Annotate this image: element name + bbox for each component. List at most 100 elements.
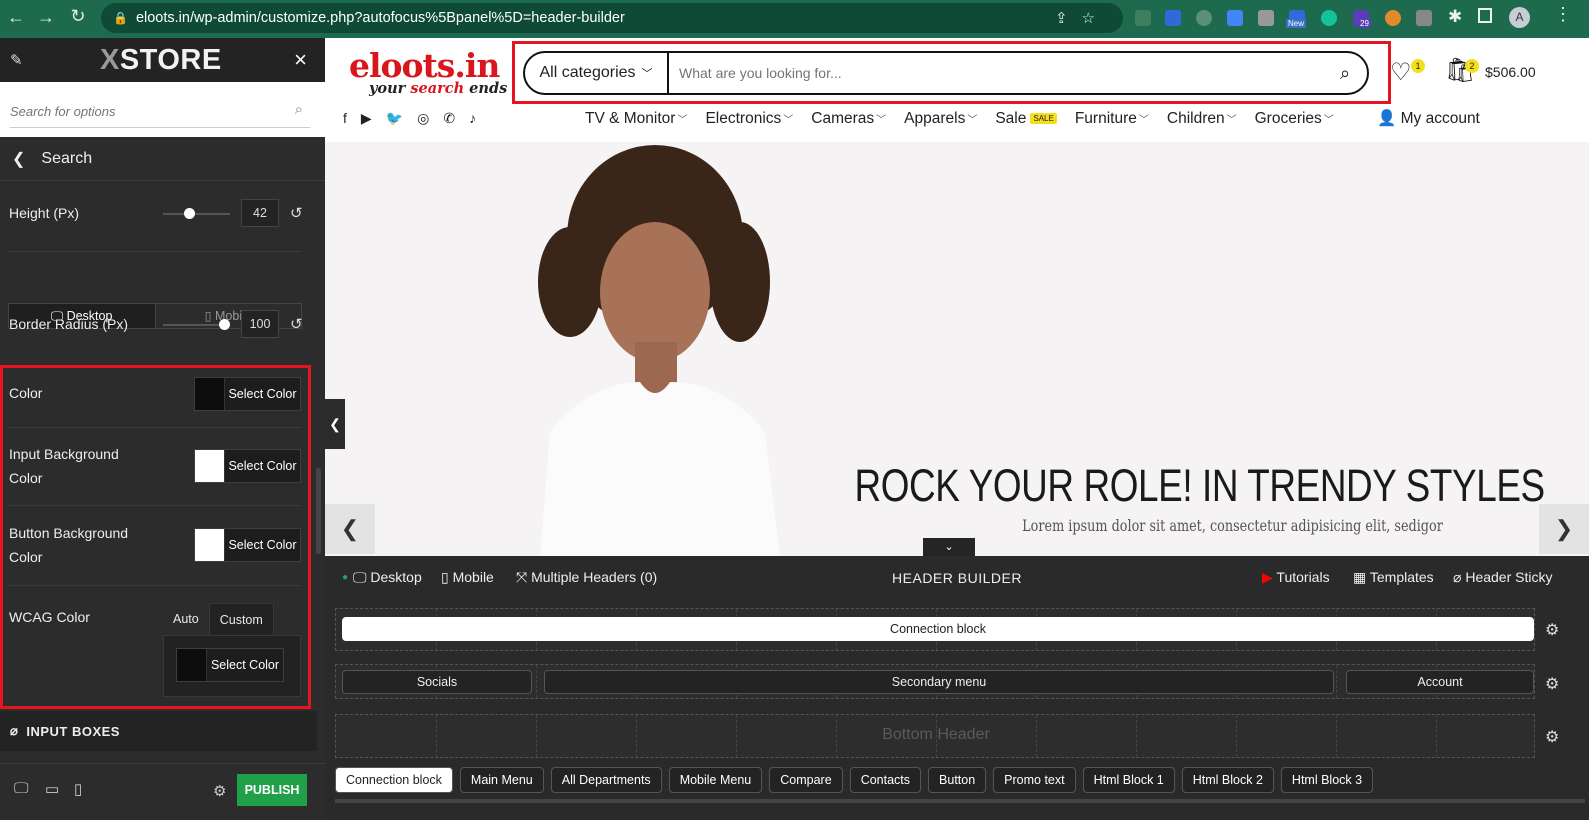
secondary-menu-item[interactable]: Secondary menu xyxy=(544,670,1334,694)
camera-icon[interactable] xyxy=(1258,10,1274,26)
gear-icon[interactable]: ⚙ xyxy=(1545,674,1559,694)
templates-link[interactable]: ▦ Templates xyxy=(1353,569,1434,586)
available-element[interactable]: Main Menu xyxy=(459,767,544,793)
header-builder: ● 🖵 Desktop ▯ Mobile ⤧ Multiple Headers … xyxy=(325,556,1589,820)
available-element[interactable]: Button xyxy=(928,767,987,793)
instagram-icon[interactable]: ◎ xyxy=(417,110,429,127)
tab-auto[interactable]: Auto xyxy=(163,603,209,635)
slider-next-arrow[interactable]: ❯ xyxy=(1539,504,1589,554)
slider-prev-arrow[interactable]: ❮ xyxy=(325,504,375,554)
pin-icon[interactable]: ✎ xyxy=(10,51,23,69)
nav-item-tv-monitor[interactable]: TV & Monitor ﹀ xyxy=(585,110,687,128)
forward-icon[interactable]: → xyxy=(33,7,59,28)
address-bar[interactable]: 🔒 eloots.in/wp-admin/customize.php?autof… xyxy=(101,3,1123,33)
height-slider-handle[interactable] xyxy=(184,208,196,219)
wcag-color-button[interactable]: Select Color xyxy=(176,648,284,682)
facebook-icon[interactable]: f xyxy=(343,110,347,127)
divider xyxy=(8,585,301,586)
sidepanel-icon[interactable] xyxy=(1478,8,1492,23)
mobile-preview-icon[interactable]: ▯ xyxy=(74,780,82,798)
search-input[interactable] xyxy=(669,65,1323,81)
publish-button[interactable]: PUBLISH xyxy=(237,774,307,806)
hero-model-image xyxy=(538,145,780,556)
tablet-preview-icon[interactable]: ▭ xyxy=(45,780,59,798)
scrollbar[interactable] xyxy=(316,468,321,554)
nav-item-electronics[interactable]: Electronics ﹀ xyxy=(705,110,793,128)
button-bg-color-button[interactable]: Select Color xyxy=(194,528,301,562)
desktop-preview-icon[interactable]: 🖵 xyxy=(14,780,28,797)
builder-toggle-chevron[interactable]: ⌄ xyxy=(923,538,975,556)
category-select[interactable]: All categories ﹀ xyxy=(525,53,669,93)
available-element[interactable]: Connection block xyxy=(335,767,453,793)
cart-total[interactable]: $506.00 xyxy=(1485,64,1536,80)
available-element[interactable]: Html Block 2 xyxy=(1181,767,1274,793)
reset-icon[interactable]: ↺ xyxy=(290,204,303,222)
puzzle-icon[interactable]: ✱ xyxy=(1448,7,1462,27)
border-radius-slider-handle[interactable] xyxy=(219,319,230,330)
available-element[interactable]: Mobile Menu xyxy=(668,767,763,793)
hero-subtitle: Lorem ipsum dolor sit amet, consectetur … xyxy=(1022,516,1443,535)
tiktok-icon[interactable]: ♪ xyxy=(469,110,476,127)
available-element[interactable]: Html Block 3 xyxy=(1280,767,1374,793)
border-radius-label: Border Radius (Px) xyxy=(9,316,129,332)
wishlist-count: 1 xyxy=(1411,59,1425,73)
height-input[interactable]: 42 xyxy=(241,199,279,227)
input-boxes-section[interactable]: ⌀ INPUT BOXES xyxy=(0,711,317,751)
globe-icon[interactable] xyxy=(1196,10,1212,26)
gear-icon[interactable]: ⚙ xyxy=(1545,727,1559,747)
nav-item-sale[interactable]: Sale SALE xyxy=(995,110,1057,128)
border-radius-input[interactable]: 100 xyxy=(241,310,279,338)
tab-custom[interactable]: Custom xyxy=(208,603,274,635)
available-element[interactable]: Contacts xyxy=(849,767,922,793)
option-search-input[interactable] xyxy=(10,96,310,128)
profile-avatar[interactable]: A xyxy=(1509,7,1530,28)
section-title: Search xyxy=(41,149,93,167)
account-item[interactable]: Account xyxy=(1346,670,1534,694)
wishlist-icon[interactable]: ♡ xyxy=(1390,58,1412,87)
gear-icon[interactable]: ⚙ xyxy=(1545,620,1559,640)
input-bg-color-button[interactable]: Select Color xyxy=(194,449,301,483)
my-account-link[interactable]: 👤 My account xyxy=(1377,109,1480,128)
extension-icon[interactable] xyxy=(1165,10,1181,26)
border-radius-slider[interactable] xyxy=(163,319,230,330)
height-slider[interactable] xyxy=(163,208,230,219)
nav-item-groceries[interactable]: Groceries ﹀ xyxy=(1255,110,1334,128)
back-icon[interactable]: ← xyxy=(3,7,29,28)
menu-icon[interactable]: ⋮ xyxy=(1554,4,1572,25)
color-swatch xyxy=(195,529,225,561)
available-element[interactable]: All Departments xyxy=(550,767,662,793)
extension-icon[interactable] xyxy=(1416,10,1432,26)
available-element[interactable]: Promo text xyxy=(993,767,1076,793)
youtube-icon[interactable]: ▶ xyxy=(361,110,372,127)
close-icon[interactable]: × xyxy=(294,47,307,73)
nav-item-children[interactable]: Children ﹀ xyxy=(1167,110,1237,128)
reload-icon[interactable]: ↻ xyxy=(65,6,91,27)
grammarly-icon[interactable] xyxy=(1321,10,1337,26)
header-sticky-link[interactable]: ⌀ Header Sticky xyxy=(1453,569,1552,586)
reset-icon[interactable]: ↺ xyxy=(290,315,303,333)
socials-item[interactable]: Socials xyxy=(342,670,532,694)
elements-scrollbar[interactable] xyxy=(335,799,1585,803)
available-element[interactable]: Compare xyxy=(769,767,843,793)
twitter-icon[interactable]: 🐦 xyxy=(386,110,403,127)
section-back[interactable]: ❮ Search xyxy=(0,137,325,181)
gear-icon[interactable]: ⚙ xyxy=(213,782,226,800)
search-icon[interactable]: ⌕ xyxy=(295,101,303,118)
address-bar-actions[interactable]: ⇪☆ xyxy=(1055,9,1109,27)
back-arrow-icon[interactable]: ❮ xyxy=(12,149,25,169)
tutorials-link[interactable]: ▶ Tutorials xyxy=(1262,569,1330,586)
available-element[interactable]: Html Block 1 xyxy=(1082,767,1175,793)
translate-icon[interactable] xyxy=(1227,10,1243,26)
extension-icon[interactable] xyxy=(1385,10,1401,26)
nav-item-cameras[interactable]: Cameras ﹀ xyxy=(811,110,886,128)
color-picker-button[interactable]: Select Color xyxy=(194,377,301,411)
extension-icon[interactable] xyxy=(1135,10,1151,26)
whatsapp-icon[interactable]: ✆ xyxy=(443,110,455,127)
collapse-panel-button[interactable]: ❮ xyxy=(325,399,345,449)
nav-item-furniture[interactable]: Furniture ﹀ xyxy=(1075,110,1149,128)
search-icon: ⌕ xyxy=(1339,62,1351,83)
height-label: Height (Px) xyxy=(9,205,80,221)
nav-item-apparels[interactable]: Apparels ﹀ xyxy=(904,110,977,128)
connection-block-item[interactable]: Connection block xyxy=(342,617,1534,641)
search-button[interactable]: ⌕ xyxy=(1323,63,1367,84)
